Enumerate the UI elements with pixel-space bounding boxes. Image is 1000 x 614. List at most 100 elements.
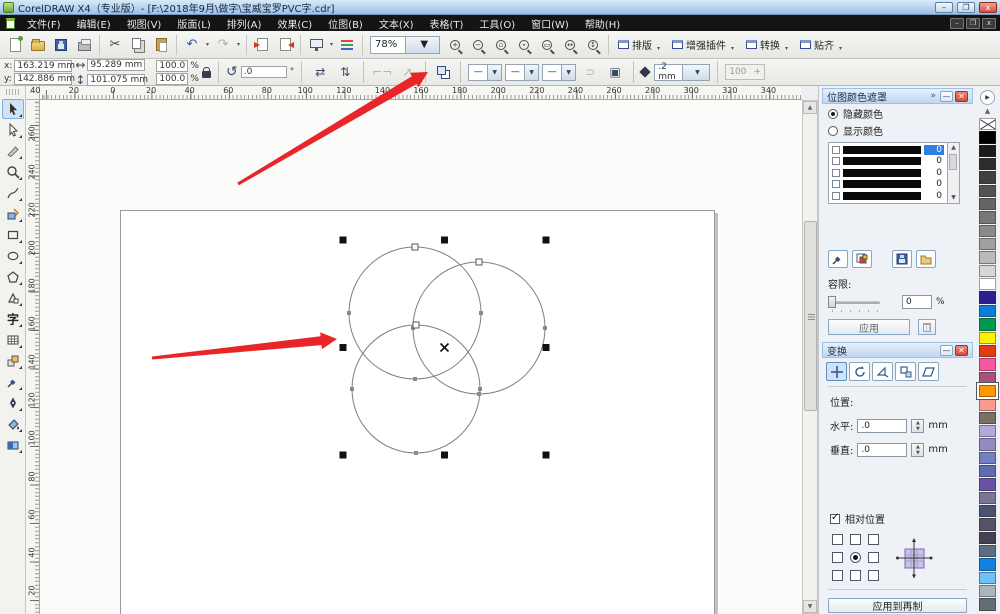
transform-scale-mirror-button[interactable] xyxy=(872,362,893,381)
anchor-cell-2[interactable] xyxy=(868,534,879,545)
docker-expand-icon[interactable]: » xyxy=(930,91,936,101)
menu-11[interactable]: 帮助(H) xyxy=(577,15,628,32)
menu-3[interactable]: 版面(L) xyxy=(169,15,218,32)
color-swatch-22[interactable] xyxy=(979,412,996,424)
zoom-height-button[interactable]: ↕ xyxy=(582,34,604,56)
color-swatch-13[interactable] xyxy=(979,291,996,303)
redo-button[interactable]: ↷ xyxy=(212,34,234,56)
macro-dropdown-icon[interactable]: ▾ xyxy=(729,45,736,52)
mirror-vertical-button[interactable]: ⇅ xyxy=(334,61,356,83)
transform-close-button[interactable]: ✕ xyxy=(955,345,968,356)
application-launcher-button[interactable] xyxy=(305,34,327,56)
basic-shapes-tool[interactable] xyxy=(2,288,24,308)
copy-button[interactable] xyxy=(127,34,149,56)
doc-restore-button[interactable]: ❐ xyxy=(966,18,980,29)
line-style-select[interactable]: —▼ xyxy=(505,64,539,81)
macro-dropdown-icon[interactable]: ▾ xyxy=(783,45,790,52)
tolerance-slider[interactable] xyxy=(828,301,880,304)
horizontal-ruler[interactable]: 4020020406080100120140160180200220240260… xyxy=(40,86,802,100)
y-position-input[interactable]: 142.886 mm xyxy=(14,73,72,85)
drawing-canvas[interactable] xyxy=(40,100,802,614)
color-swatch-5[interactable] xyxy=(979,185,996,197)
color-swatch-33[interactable] xyxy=(979,558,996,570)
mask-scroll-up-icon[interactable]: ▲ xyxy=(948,143,959,153)
open-button[interactable] xyxy=(27,34,49,56)
menu-7[interactable]: 文本(X) xyxy=(371,15,422,32)
doc-minimize-button[interactable]: – xyxy=(950,18,964,29)
bitmap-mask-close-button[interactable]: ✕ xyxy=(955,91,968,102)
mirror-horizontal-button[interactable]: ⇄ xyxy=(309,61,331,83)
color-swatch-15[interactable] xyxy=(979,318,996,330)
menu-2[interactable]: 视图(V) xyxy=(119,15,170,32)
apply-to-duplicate-button[interactable]: 应用到再制 xyxy=(828,598,967,613)
mask-scroll-down-icon[interactable]: ▼ xyxy=(948,193,959,203)
freehand-tool[interactable] xyxy=(2,183,24,203)
palette-scroll-up-icon[interactable]: ▲ xyxy=(985,105,990,117)
zoom-in-button[interactable]: + xyxy=(444,34,466,56)
color-swatch-1[interactable] xyxy=(979,131,996,143)
zoom-selected-button[interactable]: ▫ xyxy=(490,34,512,56)
mask-color-row-2[interactable]: 0 xyxy=(829,167,947,179)
color-swatch-27[interactable] xyxy=(979,478,996,490)
interactive-fill-tool[interactable] xyxy=(2,435,24,455)
anchor-cell-7[interactable] xyxy=(850,570,861,581)
anchor-cell-6[interactable] xyxy=(832,570,843,581)
menu-4[interactable]: 排列(A) xyxy=(219,15,270,32)
mask-apply-button[interactable]: 应用 xyxy=(828,319,910,335)
menu-1[interactable]: 编辑(E) xyxy=(69,15,119,32)
macro-button-0[interactable]: 排版▾ xyxy=(613,35,667,54)
horizontal-spinner[interactable]: ▲▼ xyxy=(911,419,924,433)
crop-tool[interactable] xyxy=(2,141,24,161)
macro-button-1[interactable]: 增强插件▾ xyxy=(667,35,741,54)
color-swatch-12[interactable] xyxy=(979,278,996,290)
redo-dropdown[interactable]: ▾ xyxy=(235,41,242,48)
import-button[interactable] xyxy=(251,34,273,56)
paste-button[interactable] xyxy=(150,34,172,56)
bitmap-mask-minimize-button[interactable]: — xyxy=(940,91,953,102)
menu-0[interactable]: 文件(F) xyxy=(19,15,69,32)
color-swatch-21[interactable] xyxy=(979,398,996,410)
vertical-input[interactable]: .0 xyxy=(857,443,907,457)
color-swatch-35[interactable] xyxy=(979,585,996,597)
menu-5[interactable]: 效果(C) xyxy=(269,15,320,32)
color-swatch-29[interactable] xyxy=(979,505,996,517)
relative-position-option[interactable]: 相对位置 xyxy=(830,511,973,526)
macro-dropdown-icon[interactable]: ▾ xyxy=(837,45,844,52)
relative-position-checkbox[interactable] xyxy=(830,514,840,524)
color-swatch-6[interactable] xyxy=(979,198,996,210)
eyedropper-tool[interactable] xyxy=(2,372,24,392)
anchor-cell-4[interactable] xyxy=(850,552,861,563)
zoom-combo-arrow[interactable]: ▼ xyxy=(405,37,440,53)
outline-width-select[interactable]: .2 mm▼ xyxy=(654,64,710,81)
restore-button[interactable]: ❐ xyxy=(957,2,975,13)
hide-colors-radio[interactable] xyxy=(828,109,838,119)
shape-tool[interactable] xyxy=(2,120,24,140)
transform-docker-title[interactable]: 变换 — ✕ xyxy=(822,342,973,358)
pick-tool[interactable] xyxy=(2,99,24,119)
color-swatch-19[interactable] xyxy=(979,372,996,384)
fill-tool[interactable] xyxy=(2,414,24,434)
vertical-scrollbar[interactable]: ▲ ▼ xyxy=(802,100,818,614)
mask-list-scrollbar[interactable]: ▲ ▼ xyxy=(947,143,959,203)
color-swatch-4[interactable] xyxy=(979,171,996,183)
toolbox-grip[interactable] xyxy=(6,89,20,95)
scale-x-input[interactable]: 100.0 xyxy=(156,60,188,72)
color-swatch-23[interactable] xyxy=(979,425,996,437)
export-button[interactable] xyxy=(274,34,296,56)
undo-dropdown[interactable]: ▾ xyxy=(204,41,211,48)
edit-color-button[interactable] xyxy=(852,250,872,268)
transform-rotate-button[interactable] xyxy=(849,362,870,381)
menu-8[interactable]: 表格(T) xyxy=(422,15,472,32)
scale-y-input[interactable]: 100.0 xyxy=(156,73,188,85)
mask-row-checkbox[interactable] xyxy=(832,169,840,177)
anchor-cell-8[interactable] xyxy=(868,570,879,581)
zoom-out-button[interactable]: − xyxy=(467,34,489,56)
save-button[interactable] xyxy=(50,34,72,56)
weld-button[interactable] xyxy=(433,62,453,82)
color-swatch-20[interactable] xyxy=(979,385,996,397)
show-colors-radio[interactable] xyxy=(828,126,838,136)
hide-colors-option[interactable]: 隐藏颜色 xyxy=(822,106,973,121)
document-page[interactable] xyxy=(120,210,715,614)
bitmap-mask-docker-title[interactable]: 位图颜色遮罩 » — ✕ xyxy=(822,88,973,104)
color-selector-button[interactable] xyxy=(828,250,848,268)
